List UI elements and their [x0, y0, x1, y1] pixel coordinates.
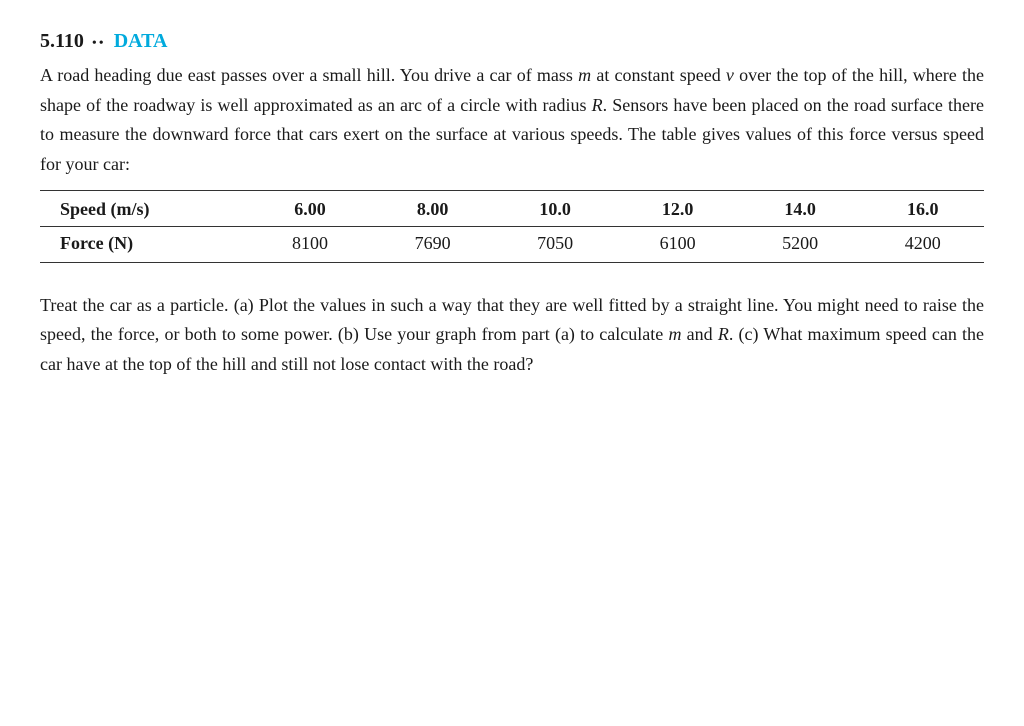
- col-speed-header: Speed (m/s): [40, 190, 249, 226]
- data-badge: DATA: [114, 30, 168, 53]
- col-140-header: 14.0: [739, 190, 862, 226]
- table-force-row: Force (N) 8100 7690 7050 6100 5200 4200: [40, 226, 984, 262]
- force-label: Force (N): [40, 226, 249, 262]
- problem-header: 5.110 •• DATA A road heading due east pa…: [40, 30, 984, 180]
- follow-up-text: Treat the car as a particle. (a) Plot th…: [40, 291, 984, 380]
- col-100-header: 10.0: [494, 190, 617, 226]
- force-8100: 8100: [249, 226, 372, 262]
- col-800-header: 8.00: [371, 190, 494, 226]
- col-600-header: 6.00: [249, 190, 372, 226]
- col-120-header: 12.0: [616, 190, 739, 226]
- speed-force-table: Speed (m/s) 6.00 8.00 10.0 12.0 14.0 16.…: [40, 190, 984, 263]
- force-7690: 7690: [371, 226, 494, 262]
- data-table-section: Speed (m/s) 6.00 8.00 10.0 12.0 14.0 16.…: [40, 190, 984, 263]
- force-6100: 6100: [616, 226, 739, 262]
- problem-number: 5.110: [40, 30, 84, 53]
- difficulty-bullets: ••: [92, 36, 106, 52]
- force-5200: 5200: [739, 226, 862, 262]
- problem-container: 5.110 •• DATA A road heading due east pa…: [40, 30, 984, 380]
- intro-text-inline: A road heading due east passes over a sm…: [40, 61, 984, 180]
- table-header-row: Speed (m/s) 6.00 8.00 10.0 12.0 14.0 16.…: [40, 190, 984, 226]
- col-160-header: 16.0: [861, 190, 984, 226]
- force-4200: 4200: [861, 226, 984, 262]
- force-7050: 7050: [494, 226, 617, 262]
